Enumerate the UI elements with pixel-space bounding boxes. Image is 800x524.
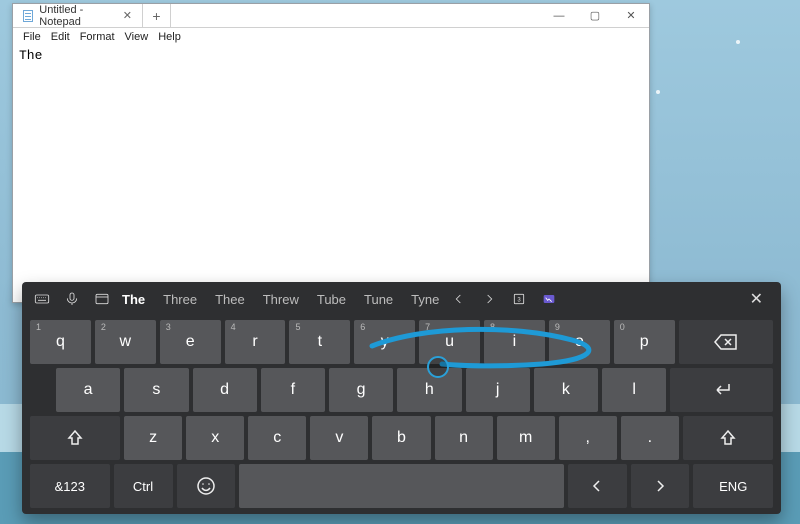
close-tab-icon[interactable]: ✕ — [123, 9, 132, 22]
suggestion[interactable]: Threw — [263, 292, 299, 307]
key-w[interactable]: 2w — [95, 320, 156, 364]
close-window-button[interactable]: ✕ — [613, 4, 649, 27]
key-row-1: 1q 2w 3e 4r 5t 6y 7u 8i 9o 0p — [30, 320, 773, 364]
key-comma[interactable]: , — [559, 416, 617, 460]
tab-title: Untitled - Notepad — [39, 4, 113, 28]
suggestion[interactable]: Tyne — [411, 292, 439, 307]
key-arrow-right[interactable] — [631, 464, 690, 508]
key-m[interactable]: m — [497, 416, 555, 460]
microphone-icon[interactable] — [62, 289, 82, 309]
key-d[interactable]: d — [193, 368, 257, 412]
suggestion-selected[interactable]: The — [122, 292, 145, 307]
on-screen-keyboard: The Three Thee Threw Tube Tune Tyne 3 ✕ … — [22, 282, 781, 514]
key-k[interactable]: k — [534, 368, 598, 412]
key-j[interactable]: j — [466, 368, 530, 412]
menu-view[interactable]: View — [121, 30, 153, 44]
key-a[interactable]: a — [56, 368, 120, 412]
key-y[interactable]: 6y — [354, 320, 415, 364]
key-q[interactable]: 1q — [30, 320, 91, 364]
menu-edit[interactable]: Edit — [47, 30, 74, 44]
suggestion[interactable]: Three — [163, 292, 197, 307]
text-editor[interactable]: The — [13, 46, 649, 65]
key-n[interactable]: n — [435, 416, 493, 460]
key-language[interactable]: ENG — [693, 464, 773, 508]
key-arrow-left[interactable] — [568, 464, 627, 508]
key-space[interactable] — [239, 464, 563, 508]
key-e[interactable]: 3e — [160, 320, 221, 364]
titlebar: Untitled - Notepad ✕ + — ▢ ✕ — [13, 4, 649, 28]
key-numsym[interactable]: &123 — [30, 464, 110, 508]
notepad-tab[interactable]: Untitled - Notepad ✕ — [13, 4, 143, 27]
key-backspace[interactable] — [679, 320, 773, 364]
key-v[interactable]: v — [310, 416, 368, 460]
key-g[interactable]: g — [329, 368, 393, 412]
cursor-right-icon[interactable] — [479, 289, 499, 309]
key-i[interactable]: 8i — [484, 320, 545, 364]
key-c[interactable]: c — [248, 416, 306, 460]
clipboard-icon[interactable]: 3 — [509, 289, 529, 309]
key-b[interactable]: b — [372, 416, 430, 460]
key-t[interactable]: 5t — [289, 320, 350, 364]
key-s[interactable]: s — [124, 368, 188, 412]
suggestion-bar: The Three Thee Threw Tube Tune Tyne — [122, 292, 439, 307]
key-u[interactable]: 7u — [419, 320, 480, 364]
handwriting-icon[interactable] — [92, 289, 112, 309]
key-enter[interactable] — [670, 368, 773, 412]
menu-help[interactable]: Help — [154, 30, 185, 44]
notepad-icon — [23, 10, 33, 22]
key-o[interactable]: 9o — [549, 320, 610, 364]
key-z[interactable]: z — [124, 416, 182, 460]
key-l[interactable]: l — [602, 368, 666, 412]
new-tab-button[interactable]: + — [143, 4, 171, 27]
cursor-left-icon[interactable] — [449, 289, 469, 309]
minimize-button[interactable]: — — [541, 4, 577, 27]
svg-text:3: 3 — [518, 298, 522, 304]
emoji-panel-icon[interactable] — [539, 289, 559, 309]
key-r[interactable]: 4r — [225, 320, 286, 364]
suggestion[interactable]: Tune — [364, 292, 393, 307]
key-ctrl[interactable]: Ctrl — [114, 464, 173, 508]
menu-format[interactable]: Format — [76, 30, 119, 44]
key-row-3: z x c v b n m , . — [30, 416, 773, 460]
menu-file[interactable]: File — [19, 30, 45, 44]
maximize-button[interactable]: ▢ — [577, 4, 613, 27]
key-emoji[interactable] — [177, 464, 236, 508]
key-f[interactable]: f — [261, 368, 325, 412]
menubar: File Edit Format View Help — [13, 28, 649, 46]
key-shift[interactable] — [30, 416, 120, 460]
notepad-window: Untitled - Notepad ✕ + — ▢ ✕ File Edit F… — [12, 3, 650, 303]
suggestion[interactable]: Thee — [215, 292, 245, 307]
suggestion[interactable]: Tube — [317, 292, 346, 307]
key-row-4: &123 Ctrl ENG — [30, 464, 773, 508]
key-row-2: a s d f g h j k l — [30, 368, 773, 412]
key-p[interactable]: 0p — [614, 320, 675, 364]
keyboard-toolbar: The Three Thee Threw Tube Tune Tyne 3 ✕ — [22, 282, 781, 316]
key-period[interactable]: . — [621, 416, 679, 460]
key-shift-right[interactable] — [683, 416, 773, 460]
keyboard-settings-icon[interactable] — [32, 289, 52, 309]
close-keyboard-button[interactable]: ✕ — [742, 285, 771, 313]
key-h[interactable]: h — [397, 368, 461, 412]
key-x[interactable]: x — [186, 416, 244, 460]
